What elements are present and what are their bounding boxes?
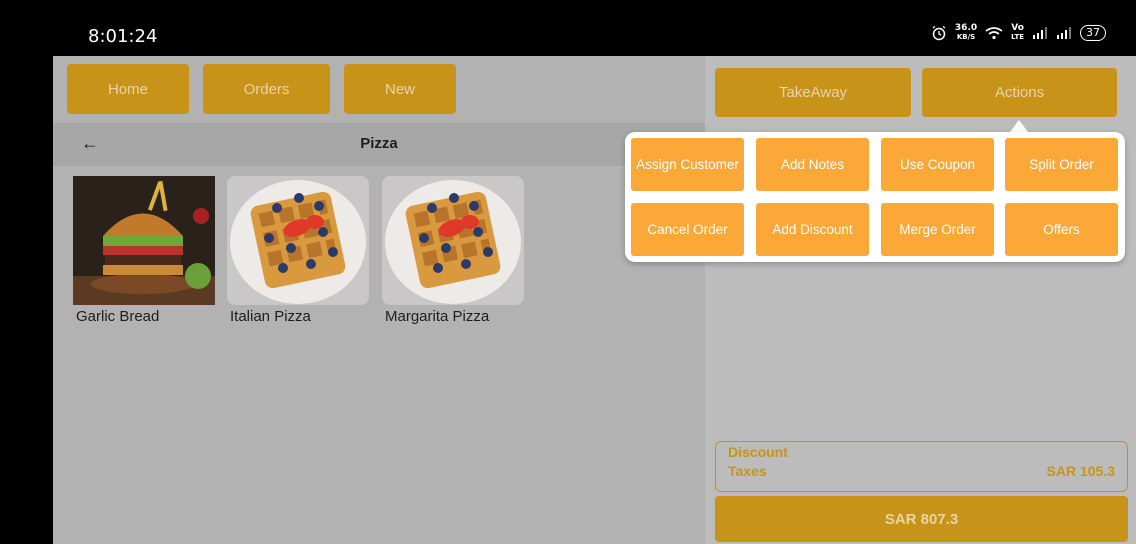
signal-icon [1033, 27, 1047, 39]
add-discount-button[interactable]: Add Discount [756, 203, 869, 256]
product-image [382, 176, 524, 305]
main-area: Home Orders New ← Pizza Garlic Bread Ita… [53, 56, 1136, 544]
merge-order-button[interactable]: Merge Order [881, 203, 994, 256]
product-image [227, 176, 369, 305]
cancel-order-button[interactable]: Cancel Order [631, 203, 744, 256]
add-notes-button[interactable]: Add Notes [756, 138, 869, 191]
category-title: Pizza [360, 135, 398, 152]
alarm-icon [932, 25, 946, 41]
use-coupon-button[interactable]: Use Coupon [881, 138, 994, 191]
assign-customer-button[interactable]: Assign Customer [631, 138, 744, 191]
volte-indicator: Vo LTE [1011, 23, 1024, 42]
wifi-icon [985, 27, 1003, 40]
product-name: Margarita Pizza [385, 308, 490, 325]
product-image [73, 176, 215, 305]
actions-popup: Assign Customer Add Notes Use Coupon Spl… [625, 132, 1125, 262]
signal-icon [1057, 27, 1071, 39]
status-bar: 8:01:24 36.0 KB/S Vo LTE 37 [0, 0, 1136, 56]
takeaway-button[interactable]: TakeAway [715, 68, 911, 117]
product-card[interactable]: Margarita Pizza [382, 176, 524, 325]
status-icons: 36.0 KB/S Vo LTE 37 [931, 24, 1106, 42]
home-button[interactable]: Home [67, 64, 189, 114]
left-edge-strip [0, 56, 53, 544]
actions-button[interactable]: Actions [922, 68, 1117, 117]
network-speed: 36.0 KB/S [954, 23, 978, 42]
offers-button[interactable]: Offers [1005, 203, 1118, 256]
product-name: Garlic Bread [76, 308, 160, 325]
product-card[interactable]: Italian Pizza [227, 176, 369, 325]
menu-pane: Home Orders New ← Pizza Garlic Bread Ita… [53, 56, 705, 544]
taxes-value: SAR 105.3 [1046, 463, 1115, 479]
product-name: Italian Pizza [230, 308, 311, 325]
status-clock: 8:01:24 [88, 26, 158, 47]
battery-indicator: 37 [1080, 25, 1106, 41]
taxes-label: Taxes [728, 463, 767, 479]
category-header: ← Pizza [53, 123, 705, 166]
order-summary: Discount Taxes SAR 105.3 [715, 441, 1128, 492]
discount-label: Discount [728, 444, 788, 460]
split-order-button[interactable]: Split Order [1005, 138, 1118, 191]
total-pay-button[interactable]: SAR 807.3 [715, 496, 1128, 542]
order-pane: TakeAway Actions Discount Taxes SAR 105.… [705, 56, 1136, 544]
popup-pointer [1010, 120, 1028, 132]
orders-button[interactable]: Orders [203, 64, 330, 114]
new-button[interactable]: New [344, 64, 456, 114]
product-card[interactable]: Garlic Bread [73, 176, 215, 325]
